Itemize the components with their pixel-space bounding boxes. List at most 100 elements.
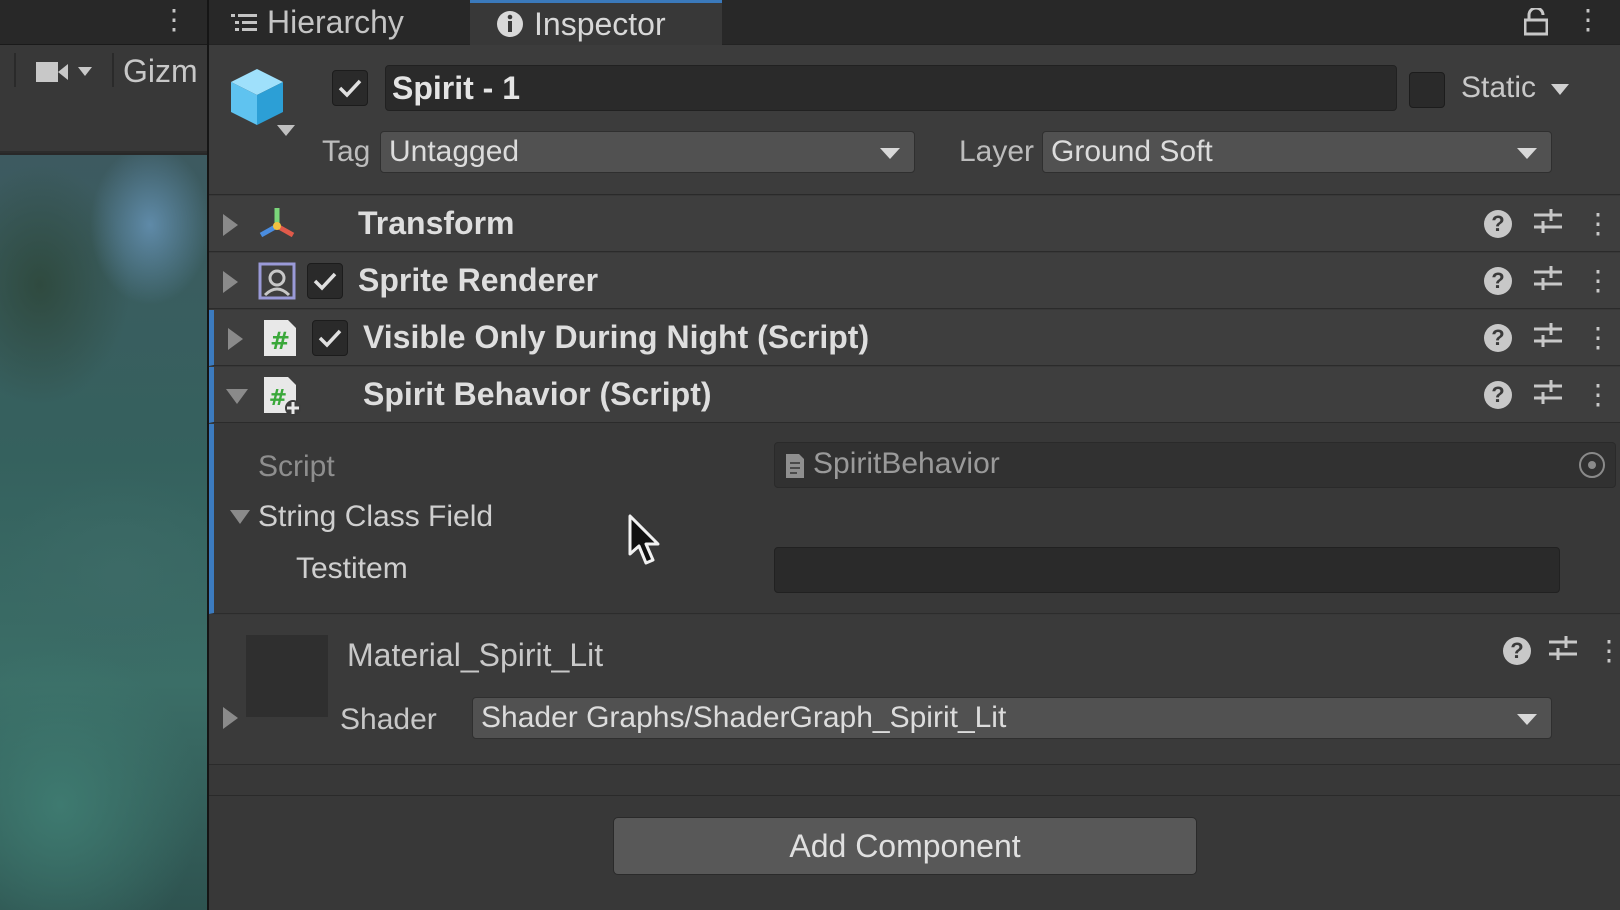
- component-actions: ? ⋮: [1484, 265, 1612, 296]
- checkmark-icon: [313, 272, 337, 291]
- inspector-menu-icon[interactable]: ⋮: [1574, 5, 1602, 35]
- testitem-text-field[interactable]: [774, 547, 1560, 593]
- scene-toolbar: Gizm: [0, 45, 207, 95]
- foldout-arrow-icon[interactable]: [223, 214, 238, 236]
- icon-picker-arrow-icon[interactable]: [277, 125, 295, 136]
- scene-viewport[interactable]: [0, 155, 207, 910]
- transform-icon: [257, 204, 297, 249]
- lock-icon[interactable]: [1523, 6, 1549, 41]
- material-menu-icon[interactable]: ⋮: [1595, 636, 1620, 665]
- presets-icon[interactable]: [1534, 208, 1562, 239]
- tab-hierarchy[interactable]: Hierarchy: [231, 0, 404, 45]
- help-icon[interactable]: ?: [1484, 209, 1512, 238]
- static-checkbox[interactable]: [1409, 72, 1445, 108]
- material-name: Material_Spirit_Lit: [347, 637, 604, 673]
- component-actions: ? ⋮: [1484, 322, 1612, 353]
- component-title: Spirit Behavior (Script): [363, 376, 712, 412]
- svg-text:#: #: [270, 327, 290, 355]
- add-component-button[interactable]: Add Component: [613, 817, 1197, 875]
- checkmark-icon: [338, 79, 362, 98]
- component-menu-icon[interactable]: ⋮: [1584, 266, 1612, 295]
- object-picker-icon[interactable]: [1579, 452, 1605, 478]
- scene-secondary-bar: [0, 95, 207, 153]
- checkmark-icon: [318, 329, 342, 348]
- shader-label: Shader: [340, 703, 437, 736]
- spirit-behavior-body: Script SpiritBehavior String Class Field…: [209, 424, 1620, 614]
- help-icon[interactable]: ?: [1484, 323, 1512, 352]
- tag-value: Untagged: [389, 135, 520, 168]
- material-section: Material_Spirit_Lit Shader Shader Graphs…: [209, 615, 1620, 765]
- presets-icon[interactable]: [1534, 379, 1562, 410]
- foldout-arrow-icon[interactable]: [223, 707, 238, 729]
- component-actions: ? ⋮: [1484, 379, 1612, 410]
- foldout-arrow-expanded-icon[interactable]: [230, 510, 250, 524]
- component-menu-icon[interactable]: ⋮: [1584, 380, 1612, 409]
- component-title: Transform: [358, 205, 515, 241]
- material-preview[interactable]: [246, 635, 328, 717]
- component-menu-icon[interactable]: ⋮: [1584, 209, 1612, 238]
- gameobject-header: Spirit - 1 Static Tag Untagged Layer Gro…: [209, 45, 1620, 195]
- toolbar-separator: [14, 53, 16, 87]
- component-title: Sprite Renderer: [358, 262, 599, 298]
- chevron-down-icon: [880, 148, 900, 159]
- layer-value: Ground Soft: [1051, 135, 1213, 168]
- scene-tab-bar: ⋮: [0, 0, 207, 45]
- presets-icon[interactable]: [1549, 635, 1577, 666]
- tag-label: Tag: [322, 135, 371, 168]
- presets-icon[interactable]: [1534, 322, 1562, 353]
- foldout-arrow-icon[interactable]: [228, 328, 243, 350]
- mouse-cursor-icon: [628, 514, 662, 571]
- foldout-arrow-icon[interactable]: [223, 271, 238, 293]
- sprite-renderer-icon: [257, 261, 297, 306]
- tab-inspector[interactable]: Inspector: [470, 0, 722, 45]
- toolbar-separator: [112, 53, 114, 87]
- string-class-field-label[interactable]: String Class Field: [258, 500, 493, 534]
- script-object-field[interactable]: SpiritBehavior: [774, 442, 1616, 488]
- tag-dropdown[interactable]: Untagged: [380, 131, 915, 173]
- component-menu-icon[interactable]: ⋮: [1584, 323, 1612, 352]
- component-actions: ? ⋮: [1484, 208, 1612, 239]
- testitem-label: Testitem: [296, 552, 408, 585]
- script-label: Script: [258, 450, 335, 483]
- camera-icon[interactable]: [36, 59, 100, 90]
- active-checkbox[interactable]: [332, 70, 368, 106]
- script-icon: #: [262, 318, 298, 363]
- material-actions: ? ⋮: [1503, 635, 1620, 666]
- component-title: Visible Only During Night (Script): [363, 319, 870, 355]
- hierarchy-list-icon: [231, 12, 257, 34]
- script-value: SpiritBehavior: [813, 447, 1000, 480]
- chevron-down-icon: [1517, 714, 1537, 725]
- help-icon[interactable]: ?: [1503, 636, 1531, 665]
- help-icon[interactable]: ?: [1484, 266, 1512, 295]
- visible-only-enabled-checkbox[interactable]: [312, 320, 348, 356]
- component-header-sprite-renderer[interactable]: Sprite Renderer ? ⋮: [209, 253, 1620, 309]
- scene-view-panel: ⋮ Gizm: [0, 0, 207, 910]
- foldout-arrow-expanded-icon[interactable]: [226, 389, 248, 404]
- component-header-spirit-behavior[interactable]: # Spirit Behavior (Script) ? ⋮: [209, 367, 1620, 423]
- static-label[interactable]: Static: [1461, 71, 1536, 105]
- gameobject-name-field[interactable]: Spirit - 1: [385, 65, 1397, 111]
- svg-text:#: #: [269, 386, 287, 411]
- script-plus-icon: #: [262, 375, 302, 422]
- tab-hierarchy-label: Hierarchy: [267, 4, 404, 40]
- help-icon[interactable]: ?: [1484, 380, 1512, 409]
- sprite-renderer-enabled-checkbox[interactable]: [307, 263, 343, 299]
- scene-menu-icon[interactable]: ⋮: [160, 5, 188, 35]
- chevron-down-icon: [1517, 148, 1537, 159]
- component-header-visible-only-during-night[interactable]: # Visible Only During Night (Script) ? ⋮: [209, 310, 1620, 366]
- static-dropdown-arrow-icon[interactable]: [1551, 84, 1569, 95]
- shader-dropdown[interactable]: Shader Graphs/ShaderGraph_Spirit_Lit: [472, 697, 1552, 739]
- inspector-window: Hierarchy Inspector ⋮ Spirit - 1 Static …: [209, 0, 1620, 910]
- component-header-transform[interactable]: Transform ? ⋮: [209, 196, 1620, 252]
- layer-dropdown[interactable]: Ground Soft: [1042, 131, 1552, 173]
- gameobject-cube-icon[interactable]: [229, 67, 285, 132]
- script-file-icon: [785, 453, 805, 487]
- layer-label: Layer: [959, 135, 1035, 168]
- shader-value: Shader Graphs/ShaderGraph_Spirit_Lit: [481, 701, 1007, 734]
- info-icon: [496, 10, 524, 38]
- inspector-tab-bar: Hierarchy Inspector ⋮: [209, 0, 1620, 45]
- presets-icon[interactable]: [1534, 265, 1562, 296]
- divider: [209, 766, 1620, 796]
- tab-inspector-label: Inspector: [534, 5, 666, 42]
- gizmos-button[interactable]: Gizm: [123, 53, 198, 90]
